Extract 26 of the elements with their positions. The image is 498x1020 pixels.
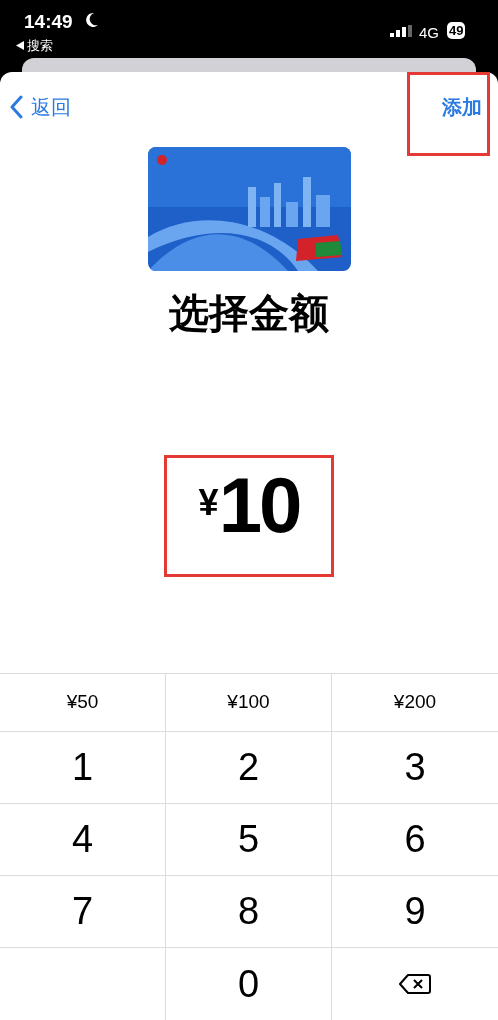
digit-key[interactable]: 3 bbox=[332, 732, 498, 803]
back-triangle-icon bbox=[16, 41, 24, 51]
digit-key[interactable]: 9 bbox=[332, 876, 498, 947]
page-title: 选择金额 bbox=[169, 293, 329, 333]
backspace-icon[interactable] bbox=[399, 973, 431, 995]
digit-key[interactable]: 4 bbox=[0, 804, 165, 875]
digit-key[interactable]: 6 bbox=[332, 804, 498, 875]
battery-icon: 49 bbox=[447, 22, 466, 39]
moon-icon bbox=[85, 12, 99, 28]
digit-key[interactable]: 0 bbox=[166, 948, 331, 1020]
preset-amount-key[interactable]: ¥200 bbox=[332, 674, 498, 731]
digit-key[interactable]: 7 bbox=[0, 876, 165, 947]
signal-icon bbox=[390, 25, 412, 37]
digit-key[interactable]: 5 bbox=[166, 804, 331, 875]
digit-key[interactable]: 1 bbox=[0, 732, 165, 803]
preset-amount-key[interactable]: ¥50 bbox=[0, 674, 166, 731]
amount-field[interactable]: ¥10 bbox=[164, 455, 334, 577]
back-to-app-link[interactable]: 搜索 bbox=[16, 36, 53, 56]
status-time: 14:49 bbox=[24, 10, 73, 34]
back-button[interactable]: 返回 bbox=[10, 92, 71, 122]
chevron-left-icon bbox=[10, 95, 23, 119]
network-label: 4G bbox=[419, 23, 439, 43]
digit-key[interactable]: 2 bbox=[166, 732, 331, 803]
add-button[interactable]: 添加 bbox=[442, 92, 482, 122]
digit-key[interactable]: 8 bbox=[166, 876, 331, 947]
preset-amount-key[interactable]: ¥100 bbox=[166, 674, 332, 731]
